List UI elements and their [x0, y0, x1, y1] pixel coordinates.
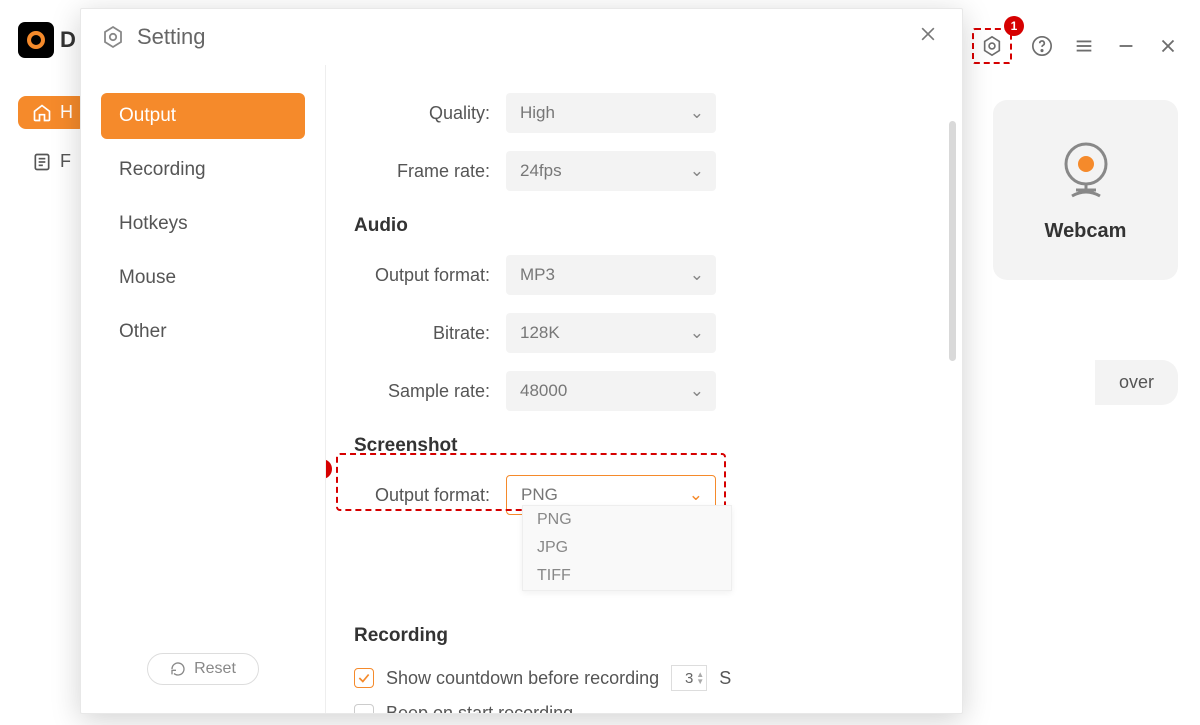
chevron-down-icon: ⌄ [690, 161, 704, 181]
check-icon [357, 671, 371, 685]
menu-button[interactable] [1072, 34, 1096, 58]
sidebar-item-other[interactable]: Other [101, 309, 305, 355]
window-toolbar: 1 [972, 28, 1180, 64]
beep-checkbox[interactable] [354, 704, 374, 714]
nav-file-label: F [60, 151, 71, 172]
annotation-badge-1: 1 [1004, 16, 1024, 36]
annotation-badge-2: 2 [326, 459, 332, 479]
settings-button[interactable] [980, 34, 1004, 58]
webcam-icon [1054, 138, 1118, 202]
audio-format-select[interactable]: MP3 ⌄ [506, 255, 716, 295]
samplerate-label: Sample rate: [336, 381, 506, 402]
over-chip[interactable]: over [1095, 360, 1178, 405]
screenshot-format-label: Output format: [336, 485, 506, 506]
dropdown-option-png[interactable]: PNG [523, 506, 731, 534]
app-logo: D [18, 22, 76, 58]
audio-heading: Audio [354, 215, 934, 237]
close-icon [918, 24, 938, 44]
home-icon [32, 103, 52, 123]
reset-button[interactable]: Reset [147, 653, 259, 685]
sidebar-item-output[interactable]: Output [101, 93, 305, 139]
sidebar-item-hotkeys[interactable]: Hotkeys [101, 201, 305, 247]
nav-home[interactable]: H [18, 96, 87, 129]
screenshot-heading: Screenshot [354, 435, 934, 457]
dropdown-option-tiff[interactable]: TIFF [523, 562, 731, 590]
chevron-down-icon: ⌄ [689, 485, 703, 505]
help-button[interactable] [1030, 34, 1054, 58]
chevron-down-icon: ⌄ [690, 103, 704, 123]
countdown-checkbox[interactable] [354, 668, 374, 688]
reset-label: Reset [194, 660, 236, 678]
settings-content: Quality: High ⌄ Frame rate: 24fps ⌄ Audi… [326, 65, 962, 713]
chevron-down-icon: ⌄ [690, 265, 704, 285]
settings-sidebar: Output Recording Hotkeys Mouse Other Res… [81, 65, 326, 713]
dropdown-option-jpg[interactable]: JPG [523, 534, 731, 562]
scrollbar[interactable] [949, 121, 956, 361]
countdown-suffix: S [719, 668, 731, 689]
modal-title: Setting [137, 24, 206, 50]
bitrate-select[interactable]: 128K ⌄ [506, 313, 716, 353]
settings-highlight: 1 [972, 28, 1012, 64]
close-icon [1157, 35, 1179, 57]
chevron-down-icon: ⌄ [690, 323, 704, 343]
webcam-label: Webcam [1045, 220, 1127, 243]
left-nav: H F [18, 96, 87, 176]
sidebar-item-recording[interactable]: Recording [101, 147, 305, 193]
beep-label: Beep on start recording [386, 703, 573, 713]
quality-label: Quality: [336, 103, 506, 124]
nav-home-label: H [60, 102, 73, 123]
bitrate-label: Bitrate: [336, 323, 506, 344]
modal-header: Setting [81, 9, 962, 65]
close-app-button[interactable] [1156, 34, 1180, 58]
webcam-card[interactable]: Webcam [993, 100, 1178, 280]
sidebar-item-mouse[interactable]: Mouse [101, 255, 305, 301]
minimize-button[interactable] [1114, 34, 1138, 58]
samplerate-select[interactable]: 48000 ⌄ [506, 371, 716, 411]
settings-modal: Setting Output Recording Hotkeys Mouse O… [80, 8, 963, 714]
countdown-value-input[interactable]: 3 ▲▼ [671, 665, 707, 691]
modal-close-button[interactable] [914, 20, 942, 54]
chevron-down-icon: ⌄ [690, 381, 704, 401]
framerate-select[interactable]: 24fps ⌄ [506, 151, 716, 191]
gear-icon [101, 25, 125, 49]
minimize-icon [1115, 35, 1137, 57]
nav-file[interactable]: F [18, 147, 87, 176]
reset-icon [170, 661, 186, 677]
gear-icon [981, 35, 1003, 57]
recording-heading: Recording [354, 625, 934, 647]
framerate-label: Frame rate: [336, 161, 506, 182]
quality-select[interactable]: High ⌄ [506, 93, 716, 133]
file-icon [32, 152, 52, 172]
countdown-label: Show countdown before recording [386, 668, 659, 689]
audio-format-label: Output format: [336, 265, 506, 286]
screenshot-format-dropdown: PNG JPG TIFF [522, 505, 732, 591]
app-initial: D [60, 27, 76, 53]
help-icon [1031, 35, 1053, 57]
hamburger-icon [1073, 35, 1095, 57]
spinner-arrows-icon: ▲▼ [696, 671, 704, 685]
